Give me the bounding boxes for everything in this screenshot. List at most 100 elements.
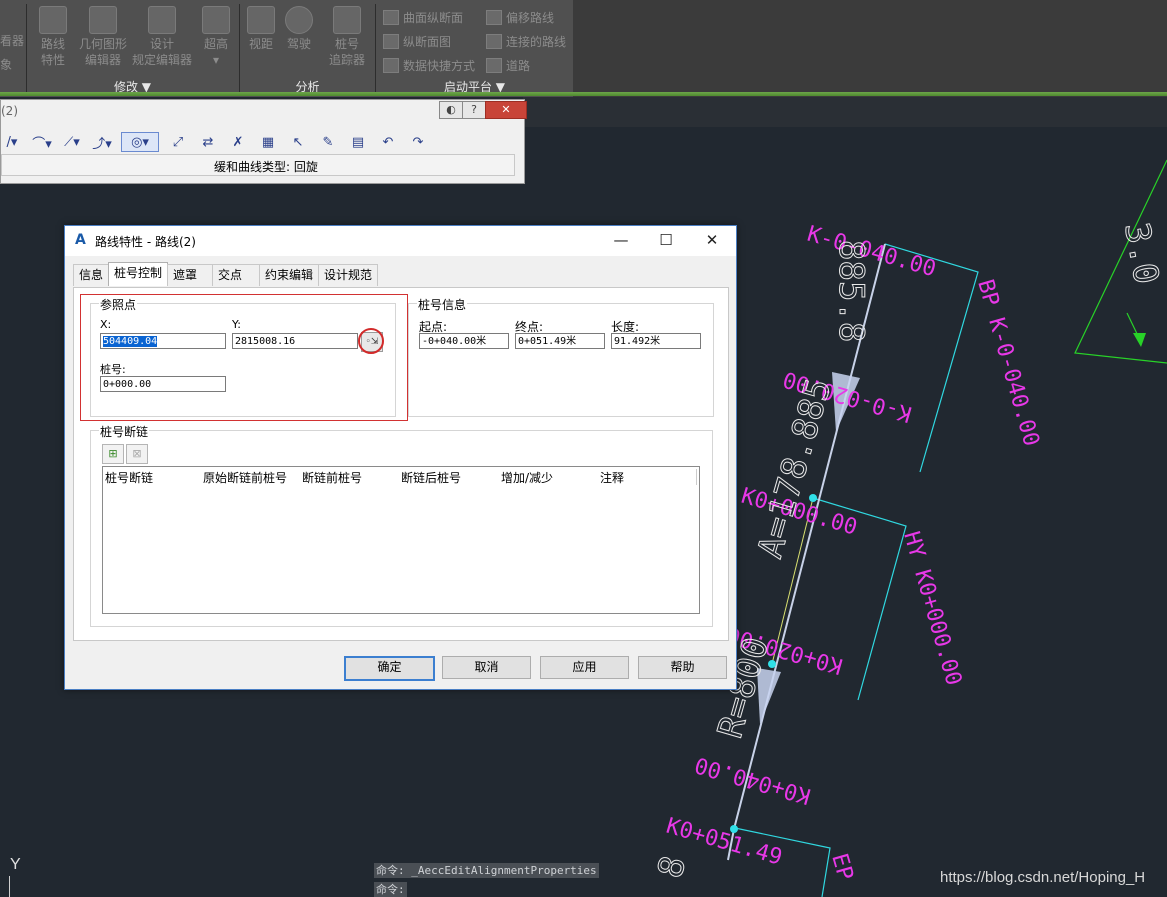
autocad-logo-icon: A xyxy=(75,232,86,248)
reference-y-value: 2815008.16 xyxy=(235,336,296,347)
reference-x-input[interactable]: 504409.04 xyxy=(100,333,226,349)
ok-button[interactable]: 确定 xyxy=(344,656,435,681)
reverse-icon[interactable]: ⇄ xyxy=(197,133,219,151)
ribbon-left-item-viewer[interactable]: 看器 xyxy=(0,32,24,49)
column-header[interactable]: 注释 xyxy=(600,469,624,486)
dialog-title: 路线特性 - 路线(2) xyxy=(95,235,196,249)
highlight-circle xyxy=(358,328,384,354)
station-tracker-button[interactable]: 桩号 追踪器 xyxy=(324,6,370,68)
curve-tools-icon[interactable]: ⌒▾ xyxy=(31,133,53,152)
tangent-tangent-icon[interactable]: /▾ xyxy=(1,133,23,151)
tab-pi[interactable]: 交点 xyxy=(212,264,261,286)
station-control-panel: 参照点 X: 504409.04 Y: 2815008.16 ◦⇲ 桩号: 0+… xyxy=(73,287,729,641)
reference-y-input[interactable]: 2815008.16 xyxy=(232,333,358,349)
length-value: 91.492米 xyxy=(614,336,661,347)
insert-pi-icon[interactable]: ⤢ xyxy=(167,133,189,151)
station-info-group: 桩号信息 xyxy=(408,296,714,417)
ribbon-left-item-object[interactable]: 象 xyxy=(0,56,12,73)
button-label: 道路 xyxy=(506,59,531,73)
end-station-value: 0+051.49米 xyxy=(518,336,577,347)
column-header[interactable]: 断链后桩号 xyxy=(401,469,461,486)
sight-distance-icon xyxy=(247,6,275,34)
tab-info[interactable]: 信息 xyxy=(73,264,110,286)
connected-alignment-button[interactable]: 连接的路线 xyxy=(486,33,566,50)
station-equations-table[interactable]: 桩号断链 原始断链前桩号 断链前桩号 断链后桩号 增加/减少 注释 xyxy=(102,466,700,614)
ribbon-left-label: 象 xyxy=(0,58,13,72)
chevron-down-icon: ▾ xyxy=(212,53,220,67)
tab-masking[interactable]: 遮罩 xyxy=(167,264,214,286)
column-header[interactable]: 断链前桩号 xyxy=(302,469,362,486)
command-input-line[interactable]: 命令: xyxy=(374,882,407,897)
grid-view-icon[interactable]: ▦ xyxy=(257,133,279,151)
surface-profile-button[interactable]: 曲面纵断面 xyxy=(383,9,463,26)
start-station-field: -0+040.00米 xyxy=(419,333,509,349)
station-info-label: 桩号信息 xyxy=(417,296,468,313)
alignment-properties-icon xyxy=(39,6,67,34)
ribbon-bottom-accent xyxy=(0,92,1167,96)
reference-point-label: 参照点 xyxy=(99,296,138,313)
superelevation-icon xyxy=(202,6,230,34)
ribbon-separator xyxy=(375,4,376,92)
pin-icon[interactable]: ◐ xyxy=(439,101,463,119)
drawing-tab-strip xyxy=(523,97,1167,127)
button-label: 连接的路线 xyxy=(506,35,567,49)
surface-profile-icon xyxy=(383,10,399,25)
pi-grip[interactable] xyxy=(809,494,817,502)
column-header[interactable]: 原始断链前桩号 xyxy=(203,469,287,486)
spiral-tools-icon[interactable]: ⤴▾ xyxy=(91,133,113,152)
tab-station-control[interactable]: 桩号控制 xyxy=(108,262,169,286)
pick-entity-icon[interactable]: ↖ xyxy=(287,133,309,151)
add-equation-icon[interactable]: ⊞ xyxy=(102,444,124,464)
button-label: 纵断面图 xyxy=(403,35,452,49)
button-label: 偏移路线 xyxy=(506,11,555,25)
alignment-properties-dialog: A 路线特性 - 路线(2) — ☐ ✕ 信息 桩号控制 遮罩 交点 约束编辑 … xyxy=(64,225,737,690)
undo-icon[interactable]: ↶ xyxy=(377,133,399,151)
tools-title: (2) xyxy=(1,104,18,118)
geometry-editor-button[interactable]: 几何图形 编辑器 xyxy=(76,6,130,68)
station-label-k0-40: K0+040.00 xyxy=(692,751,813,808)
ribbon-separator xyxy=(239,4,240,92)
line-tools-icon[interactable]: ⟋▾ xyxy=(61,133,83,151)
tools-titlebar: (2) ◐ ? ✕ xyxy=(1,100,527,120)
tab-constraint-editing[interactable]: 约束编辑 xyxy=(259,264,320,286)
apply-button[interactable]: 应用 xyxy=(540,656,629,679)
help-icon[interactable]: ? xyxy=(462,101,486,119)
delete-pi-icon[interactable]: ✗ xyxy=(227,133,249,151)
edit-icon[interactable]: ✎ xyxy=(317,133,339,151)
table-icon[interactable]: ▤ xyxy=(347,133,369,151)
y-label: Y: xyxy=(232,318,241,331)
ribbon: 看器 象 路线 特性 几何图形 编辑器 设计 规定编辑器 超高 ▾ 视距 驾驶 … xyxy=(0,0,1167,97)
alignment-properties-button[interactable]: 路线 特性 xyxy=(34,6,72,68)
help-button[interactable]: 帮助 xyxy=(638,656,727,679)
tab-design-criteria[interactable]: 设计规范 xyxy=(318,264,379,286)
dialog-titlebar: A 路线特性 - 路线(2) — ☐ ✕ xyxy=(65,226,736,256)
offset-alignment-button[interactable]: 偏移路线 xyxy=(486,9,554,26)
green-arrow-head xyxy=(1133,333,1146,347)
delete-equation-icon[interactable]: ⊠ xyxy=(126,444,148,464)
station-equations-label: 桩号断链 xyxy=(99,423,150,440)
sight-distance-button[interactable]: 视距 xyxy=(244,6,278,52)
corridor-button[interactable]: 道路 xyxy=(486,57,530,74)
close-button[interactable]: ✕ xyxy=(485,101,527,119)
column-header[interactable]: 增加/减少 xyxy=(501,469,553,486)
tools-status-bar: 缓和曲线类型: 回旋 xyxy=(1,154,515,176)
close-icon[interactable]: ✕ xyxy=(701,230,723,250)
column-header[interactable]: 桩号断链 xyxy=(105,469,153,486)
profile-view-button[interactable]: 纵断面图 xyxy=(383,33,451,50)
minimize-icon[interactable]: — xyxy=(610,230,632,250)
button-label: 曲面纵断面 xyxy=(403,11,464,25)
design-criteria-editor-button[interactable]: 设计 规定编辑器 xyxy=(132,6,192,68)
data-shortcuts-button[interactable]: 数据快捷方式 xyxy=(383,57,475,74)
drive-icon xyxy=(285,6,313,34)
superelevation-button[interactable]: 超高 ▾ xyxy=(198,6,234,68)
redo-icon[interactable]: ↷ xyxy=(407,133,429,151)
dialog-tabs: 信息 桩号控制 遮罩 交点 约束编辑 设计规范 xyxy=(73,262,379,288)
button-label: 特性 xyxy=(40,53,65,67)
length-field: 91.492米 xyxy=(611,333,701,349)
drive-button[interactable]: 驾驶 xyxy=(282,6,316,52)
corridor-icon xyxy=(486,58,502,73)
maximize-icon[interactable]: ☐ xyxy=(655,230,677,250)
reference-station-input[interactable]: 0+000.00 xyxy=(100,376,226,392)
spiral-type-dropdown[interactable]: ◎▾ xyxy=(121,132,159,152)
cancel-button[interactable]: 取消 xyxy=(442,656,531,679)
